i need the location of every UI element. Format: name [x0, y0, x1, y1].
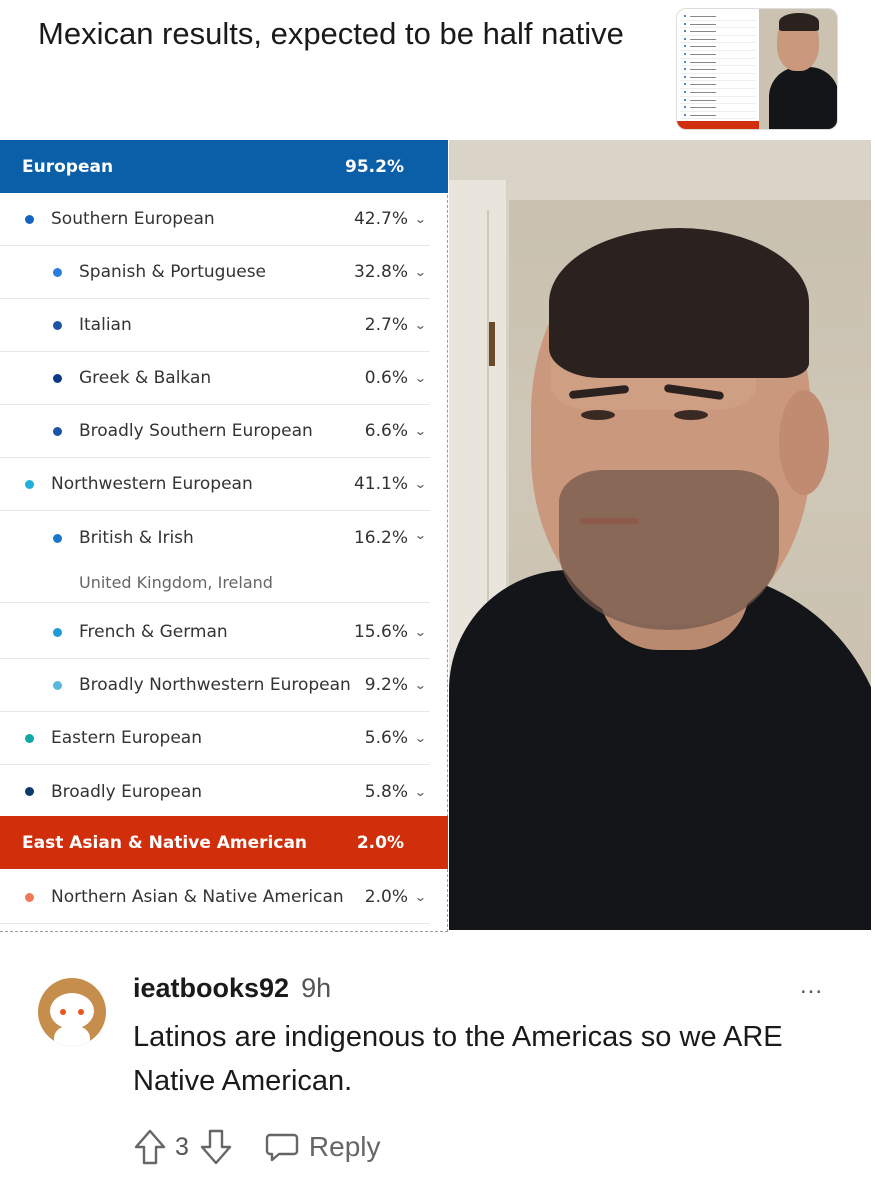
- region-countries-note: United Kingdom, Ireland: [79, 573, 273, 592]
- region-dot: [25, 479, 34, 489]
- region-percent: 2.0%: [364, 887, 408, 907]
- region-percent: 41.1%: [353, 474, 408, 494]
- more-options-icon[interactable]: ...: [800, 972, 823, 1000]
- region-label: Greek & Balkan: [79, 368, 212, 388]
- chevron-down-icon[interactable]: ⌄: [414, 678, 432, 692]
- region-percent: 0.6%: [364, 368, 408, 388]
- chevron-down-icon[interactable]: ⌄: [414, 318, 432, 332]
- group-percent: 2.0%: [356, 832, 404, 853]
- post-thumbnail[interactable]: [676, 8, 838, 130]
- region-dot: [25, 214, 34, 224]
- thumbnail-photo: [759, 9, 837, 129]
- region-label: Spanish & Portuguese: [79, 262, 267, 282]
- chevron-down-icon[interactable]: ⌄: [414, 371, 432, 385]
- region-dot: [53, 426, 62, 436]
- region-label: French & German: [79, 622, 228, 642]
- chevron-down-icon[interactable]: ⌄: [414, 424, 432, 438]
- region-percent: 2.7%: [364, 315, 408, 335]
- region-label: Northern Asian & Native American: [51, 887, 344, 907]
- chevron-down-icon[interactable]: ⌄: [414, 528, 432, 542]
- group-header-east-asian-native-american[interactable]: East Asian & Native American 2.0%: [0, 816, 448, 869]
- region-row[interactable]: Broadly Northwestern European 9.2% ⌄: [0, 659, 430, 712]
- comment-header: ieatbooks92 9h: [133, 973, 331, 1004]
- chevron-down-icon[interactable]: ⌄: [414, 731, 432, 745]
- region-label: Eastern European: [51, 728, 202, 748]
- chevron-down-icon[interactable]: ⌄: [414, 785, 432, 799]
- user-avatar[interactable]: [38, 978, 106, 1046]
- region-row[interactable]: Eastern European 5.6% ⌄: [0, 712, 430, 765]
- region-label: Northwestern European: [51, 474, 253, 494]
- region-label: Broadly Northwestern European: [79, 675, 351, 695]
- region-dot: [25, 733, 34, 743]
- comment-timestamp: 9h: [301, 973, 332, 1003]
- reply-icon: [265, 1131, 299, 1163]
- region-row[interactable]: Southern European 42.7% ⌄: [0, 193, 430, 246]
- region-dot: [53, 267, 62, 277]
- region-row[interactable]: Broadly Southern European 6.6% ⌄: [0, 405, 430, 458]
- post-title: Mexican results, expected to be half nat…: [38, 16, 624, 51]
- region-percent: 5.8%: [364, 781, 408, 802]
- region-dot: [53, 373, 62, 383]
- comment-username[interactable]: ieatbooks92: [133, 973, 289, 1003]
- region-label: Southern European: [51, 209, 215, 229]
- region-label: Broadly European: [51, 781, 203, 802]
- region-row[interactable]: Northern Asian & Native American 2.0% ⌄: [0, 871, 430, 924]
- upvote-icon[interactable]: [133, 1128, 167, 1166]
- region-label: Broadly Southern European: [79, 421, 313, 441]
- group-percent: 95.2%: [345, 156, 404, 177]
- region-percent: 15.6%: [353, 622, 408, 642]
- group-label: East Asian & Native American: [22, 832, 308, 853]
- region-dot: [25, 892, 34, 902]
- vote-count: 3: [175, 1132, 189, 1161]
- region-row[interactable]: Spanish & Portuguese 32.8% ⌄: [0, 246, 430, 299]
- group-header-european[interactable]: European 95.2%: [0, 140, 448, 193]
- region-dot: [53, 320, 62, 330]
- region-percent: 42.7%: [353, 209, 408, 229]
- reply-button[interactable]: Reply: [265, 1131, 381, 1163]
- region-row[interactable]: Northwestern European 41.1% ⌄: [0, 458, 430, 511]
- reply-label: Reply: [308, 1131, 381, 1162]
- region-label: Italian: [79, 315, 132, 335]
- chevron-down-icon[interactable]: ⌄: [414, 477, 432, 491]
- ancestry-panel: European 95.2% Southern European 42.7% ⌄…: [0, 140, 448, 932]
- user-photo: [449, 140, 871, 930]
- region-dot: [53, 627, 62, 637]
- group-label: European: [22, 156, 114, 177]
- thumbnail-ancestry-list: [677, 9, 759, 129]
- region-dot: [25, 787, 34, 796]
- region-percent: 6.6%: [364, 421, 408, 441]
- comment-body: Latinos are indigenous to the Americas s…: [133, 1021, 783, 1097]
- region-row[interactable]: Broadly European 5.8% ⌄: [0, 765, 430, 818]
- region-label: British & Irish: [79, 528, 194, 548]
- region-percent: 16.2%: [353, 528, 408, 548]
- region-percent: 5.6%: [364, 728, 408, 748]
- region-row[interactable]: French & German 15.6% ⌄: [0, 606, 430, 659]
- region-dot: [53, 534, 62, 543]
- region-percent: 9.2%: [364, 675, 408, 695]
- region-dot: [53, 680, 62, 690]
- chevron-down-icon[interactable]: ⌄: [414, 625, 432, 639]
- region-row[interactable]: Italian 2.7% ⌄: [0, 299, 430, 352]
- downvote-icon[interactable]: [199, 1128, 233, 1166]
- chevron-down-icon[interactable]: ⌄: [414, 265, 432, 279]
- chevron-down-icon[interactable]: ⌄: [414, 212, 432, 226]
- comment-actions: 3 Reply: [133, 1125, 381, 1169]
- region-row[interactable]: Greek & Balkan 0.6% ⌄: [0, 352, 430, 405]
- region-percent: 32.8%: [353, 262, 408, 282]
- chevron-down-icon[interactable]: ⌄: [414, 890, 432, 904]
